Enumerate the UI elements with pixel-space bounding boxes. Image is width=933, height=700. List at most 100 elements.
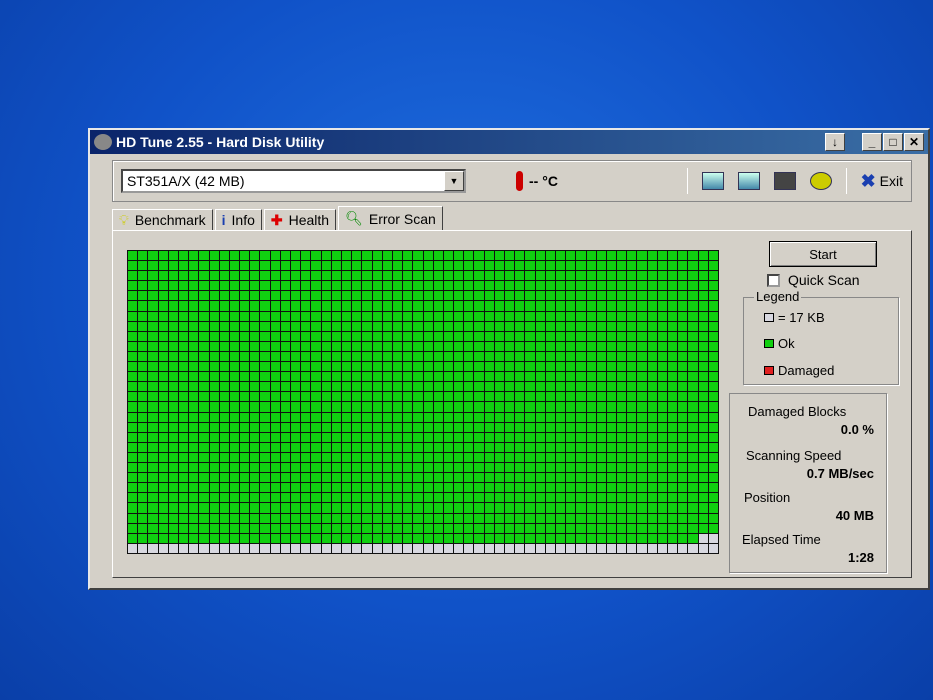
block-cell	[505, 533, 515, 543]
block-cell	[229, 463, 240, 473]
block-cell	[586, 513, 596, 523]
block-cell	[168, 493, 178, 503]
block-cell	[596, 402, 606, 412]
block-cell	[433, 412, 443, 422]
block-cell	[392, 362, 403, 372]
block-cell	[494, 321, 505, 331]
block-cell	[168, 463, 178, 473]
block-cell	[372, 321, 382, 331]
block-cell	[708, 271, 718, 281]
quick-scan-checkbox[interactable]: Quick Scan	[767, 272, 860, 288]
block-cell	[352, 432, 362, 442]
block-cell	[199, 473, 209, 483]
block-cell	[219, 463, 229, 473]
block-cell	[250, 523, 260, 533]
block-cell	[443, 543, 454, 553]
exit-button[interactable]: ✖ Exit	[861, 171, 903, 192]
block-cell	[443, 442, 454, 452]
block-cell	[454, 463, 464, 473]
block-cell	[474, 351, 484, 362]
tab-info[interactable]: i Info	[214, 209, 262, 231]
block-cell	[250, 513, 260, 523]
block-cell	[596, 543, 606, 553]
block-cell	[311, 402, 321, 412]
block-cell	[301, 493, 311, 503]
block-cell	[321, 331, 331, 341]
save-icon[interactable]	[773, 172, 796, 190]
block-cell	[474, 331, 484, 341]
block-cell	[372, 473, 382, 483]
block-cell	[474, 402, 484, 412]
block-cell	[647, 513, 657, 523]
block-cell	[688, 402, 698, 412]
chevron-down-icon[interactable]: ▼	[444, 171, 464, 191]
block-cell	[382, 351, 392, 362]
block-cell	[382, 331, 392, 341]
damaged-blocks-value: 0.0 %	[840, 422, 874, 437]
block-cell	[301, 301, 311, 311]
block-cell	[341, 311, 352, 321]
options-icon[interactable]	[809, 172, 832, 190]
block-cell	[291, 503, 301, 513]
block-cell	[525, 341, 535, 351]
block-cell	[535, 422, 545, 432]
block-cell	[189, 543, 199, 553]
block-cell	[596, 341, 606, 351]
block-cell	[321, 412, 331, 422]
block-cell	[566, 281, 576, 291]
block-cell	[138, 432, 148, 442]
block-cell	[596, 463, 606, 473]
block-cell	[535, 503, 545, 513]
block-cell	[555, 442, 566, 452]
block-cell	[178, 291, 189, 301]
block-cell	[250, 321, 260, 331]
maximize-button[interactable]: □	[883, 133, 903, 151]
block-cell	[606, 281, 617, 291]
block-cell	[128, 412, 138, 422]
close-button[interactable]: ✕	[904, 133, 924, 151]
block-cell	[678, 271, 688, 281]
block-cell	[525, 291, 535, 301]
copy-text-icon[interactable]	[701, 172, 724, 190]
block-cell	[362, 331, 372, 341]
block-cell	[423, 432, 433, 442]
block-cell	[138, 321, 148, 331]
block-cell	[372, 281, 382, 291]
tab-error-scan[interactable]: 🔍︎ Error Scan	[338, 206, 443, 231]
block-cell	[494, 442, 505, 452]
start-button[interactable]: Start	[769, 241, 877, 267]
block-cell	[321, 533, 331, 543]
block-cell	[168, 321, 178, 331]
block-cell	[433, 452, 443, 463]
block-cell	[555, 463, 566, 473]
copy-screenshot-icon[interactable]	[737, 172, 760, 190]
block-cell	[494, 523, 505, 533]
block-cell	[260, 473, 270, 483]
minimize-button[interactable]: _	[862, 133, 882, 151]
tab-health[interactable]: ✚ Health	[263, 209, 337, 231]
tab-benchmark[interactable]: 💡︎ Benchmark	[112, 209, 213, 231]
block-cell	[403, 493, 413, 503]
block-cell	[647, 311, 657, 321]
block-cell	[311, 483, 321, 493]
block-cell	[138, 412, 148, 422]
block-cell	[413, 362, 423, 372]
block-cell	[535, 271, 545, 281]
exit-label: Exit	[879, 173, 903, 189]
block-cell	[189, 463, 199, 473]
block-cell	[555, 251, 566, 261]
block-cell	[260, 281, 270, 291]
block-cell	[403, 523, 413, 533]
block-cell	[158, 493, 168, 503]
block-cell	[382, 493, 392, 503]
block-cell	[341, 301, 352, 311]
block-cell	[138, 493, 148, 503]
exit-icon: ✖	[860, 170, 876, 191]
arrow-down-button[interactable]: ↓	[825, 133, 845, 151]
block-cell	[341, 281, 352, 291]
drive-select[interactable]: ST351A/X (42 MB) ▼	[121, 169, 466, 193]
block-cell	[555, 341, 566, 351]
checkbox-box[interactable]	[767, 273, 780, 287]
block-cell	[606, 473, 617, 483]
block-cell	[128, 382, 138, 392]
